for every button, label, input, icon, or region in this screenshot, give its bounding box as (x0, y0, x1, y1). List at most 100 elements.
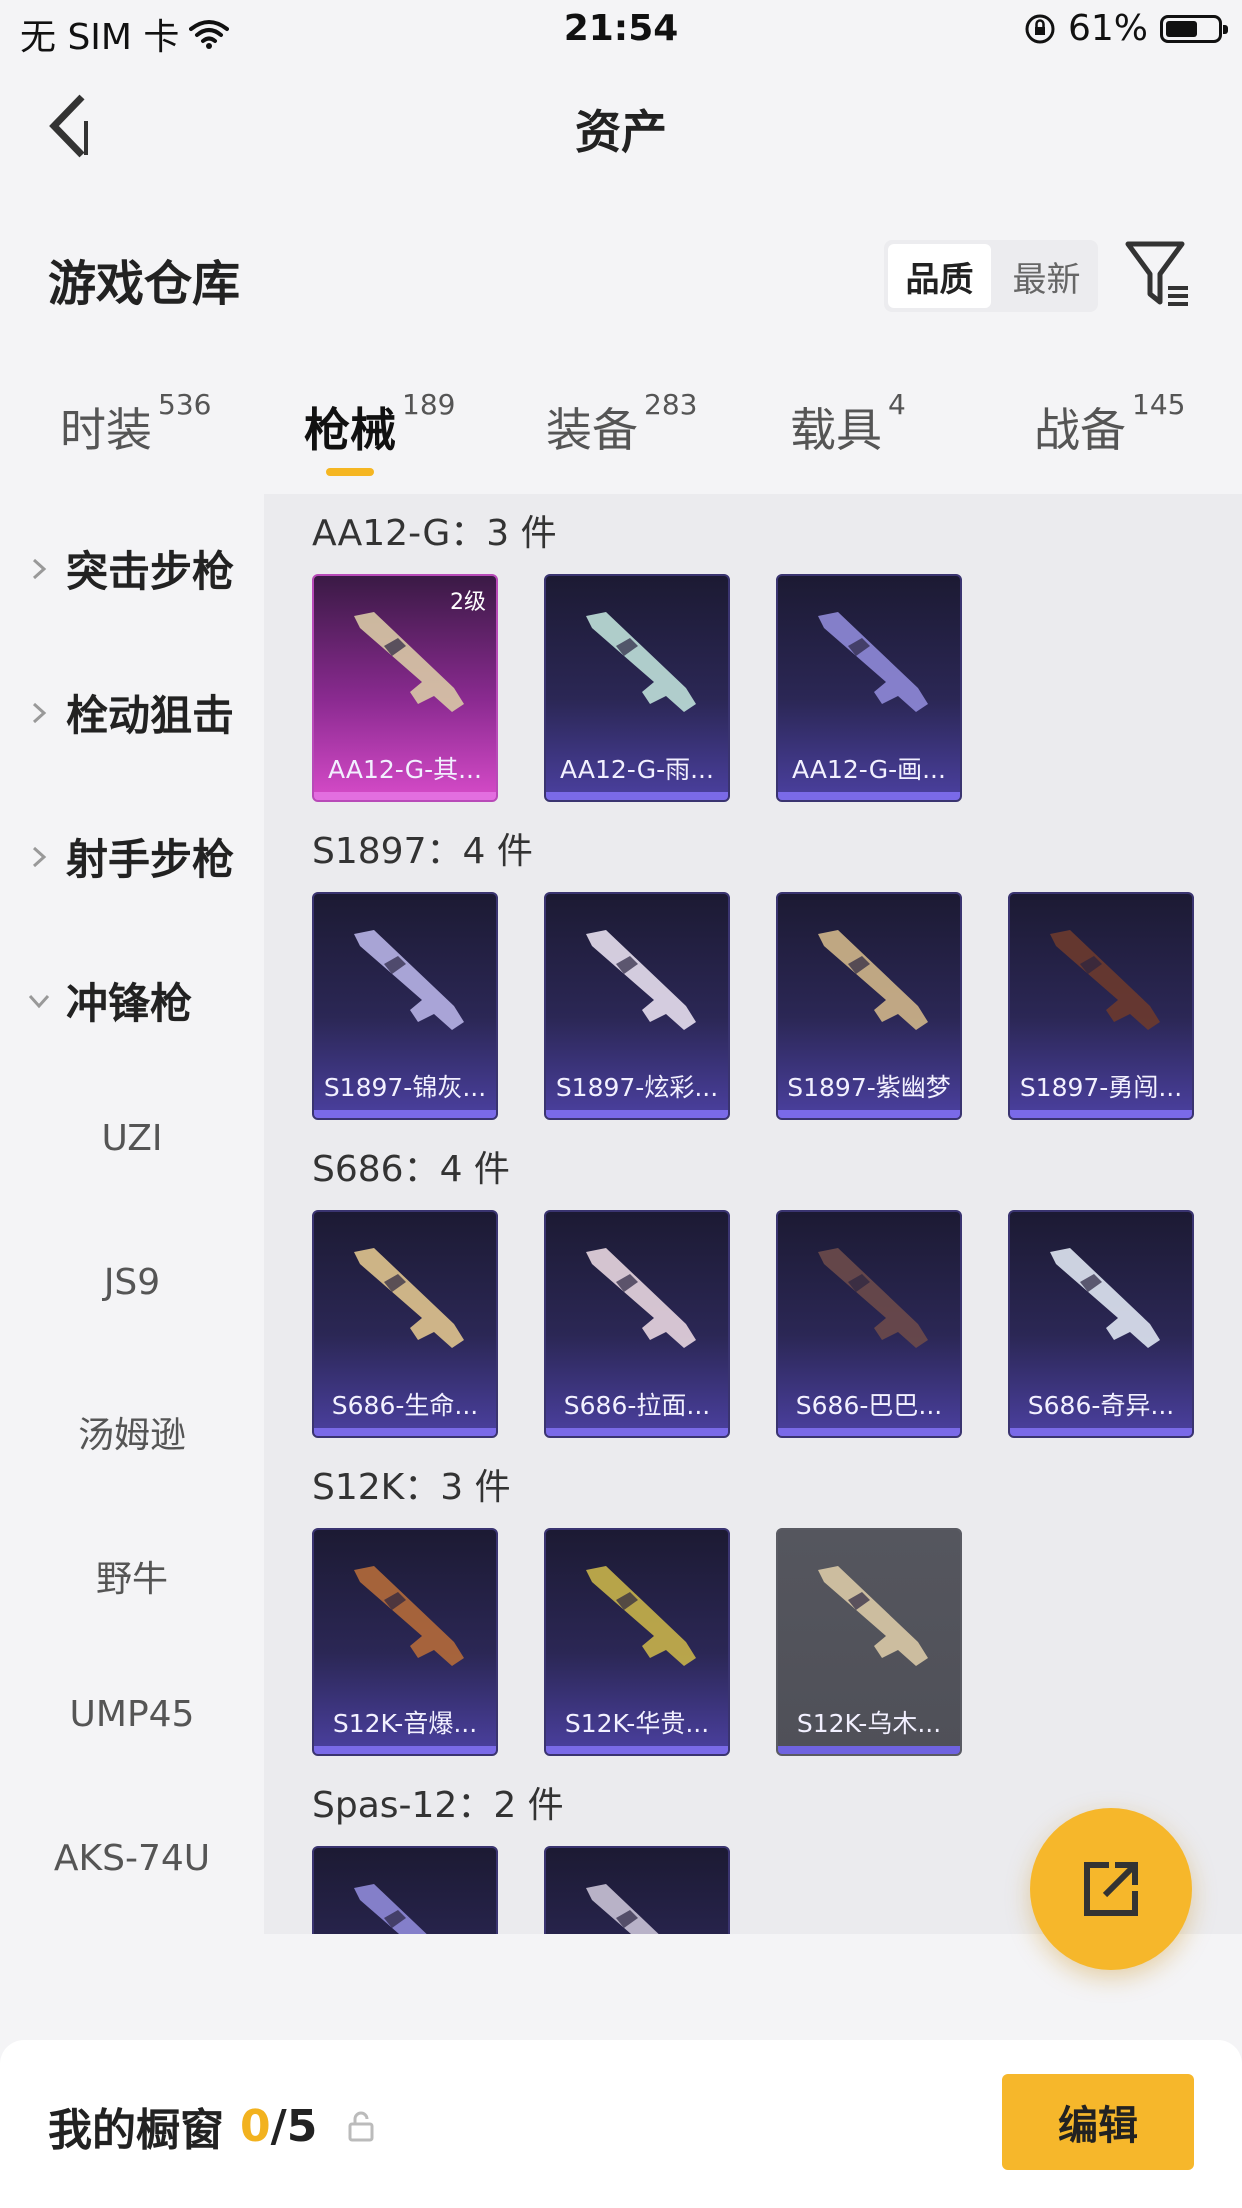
rarity-bar (314, 1746, 496, 1754)
rotation-lock-icon (1025, 14, 1055, 43)
weapon-card[interactable]: S686-生命... (312, 1210, 498, 1438)
sidebar-subitem-js9[interactable]: JS9 (0, 1262, 264, 1303)
rarity-bar (778, 792, 960, 800)
battery-status: 61% (1024, 8, 1228, 49)
showcase-current: 0 (240, 2100, 271, 2152)
active-tab-indicator (326, 468, 374, 476)
rarity-bar (546, 1428, 728, 1436)
showcase-total: /5 (270, 2100, 318, 2152)
share-button[interactable] (1030, 1808, 1192, 1970)
sort-option-quality[interactable]: 品质 (888, 244, 991, 308)
rarity-bar (778, 1110, 960, 1118)
showcase-count: 0/5 (240, 2101, 317, 2152)
tab-fashion[interactable]: 时装 536 (60, 388, 211, 460)
weapon-name: S686-巴巴... (795, 1391, 943, 1420)
sidebar-subitem-bizon[interactable]: 野牛 (0, 1550, 264, 1602)
sidebar-subitem-ump45[interactable]: UMP45 (0, 1694, 264, 1735)
sidebar-item-label: 栓动狙击 (66, 691, 235, 740)
weapon-card[interactable]: 2级 AA12-G-其... (312, 574, 498, 802)
weapon-card[interactable]: AA12-G-画... (776, 574, 962, 802)
tab-label: 战备 (1034, 403, 1126, 457)
chevron-down-icon (26, 988, 52, 1014)
sidebar-subitem-aks74u[interactable]: AKS-74U (0, 1838, 264, 1879)
tab-count: 283 (644, 388, 698, 421)
weapon-image (818, 930, 928, 1030)
weapon-name: S12K-乌木... (796, 1709, 942, 1738)
group-title: S686：4 件 (312, 1149, 510, 1190)
sidebar-subitem-thompson[interactable]: 汤姆逊 (0, 1406, 264, 1458)
tab-count: 4 (888, 388, 906, 421)
weapon-card[interactable]: S12K-华贵... (544, 1528, 730, 1756)
weapon-card[interactable]: S12K-乌木... (776, 1528, 962, 1756)
sort-option-newest[interactable]: 最新 (995, 240, 1098, 312)
rarity-bar (546, 1110, 728, 1118)
weapon-card[interactable]: S686-巴巴... (776, 1210, 962, 1438)
weapon-name: S686-奇异... (1027, 1391, 1175, 1420)
weapon-image (354, 1248, 464, 1348)
group-title: AA12-G：3 件 (312, 513, 557, 554)
sidebar-item-smg[interactable]: 冲锋枪 (26, 970, 192, 1031)
weapon-name: S686-拉面... (563, 1391, 711, 1420)
weapon-image (586, 930, 696, 1030)
chevron-right-icon (26, 556, 52, 582)
tab-guns[interactable]: 枪械 189 (304, 388, 455, 460)
weapon-image (354, 930, 464, 1030)
rarity-bar (778, 1428, 960, 1436)
tab-bar: 时装 536 枪械 189 装备 283 载具 4 战备 145 (0, 384, 1242, 494)
weapon-card[interactable]: S1897-炫彩... (544, 892, 730, 1120)
weapon-card[interactable] (544, 1846, 730, 1934)
tab-label: 装备 (546, 403, 638, 457)
weapon-name: S686-生命... (331, 1391, 479, 1420)
level-badge: 2级 (450, 590, 486, 615)
warehouse-title: 游戏仓库 (48, 256, 241, 312)
filter-button[interactable] (1124, 238, 1192, 310)
weapon-image (818, 612, 928, 712)
sidebar-item-marksman-rifle[interactable]: 射手步枪 (26, 826, 234, 887)
rarity-bar (546, 792, 728, 800)
tab-label: 时装 (60, 403, 152, 457)
sidebar-item-label: 突击步枪 (66, 547, 235, 596)
weapon-image (586, 612, 696, 712)
rarity-bar (1010, 1428, 1192, 1436)
weapon-image (586, 1566, 696, 1666)
weapon-name: S1897-勇闯... (1019, 1073, 1183, 1102)
tab-equipment[interactable]: 装备 283 (546, 388, 697, 460)
chevron-right-icon (26, 844, 52, 870)
weapon-image (586, 1248, 696, 1348)
weapon-card[interactable]: S686-拉面... (544, 1210, 730, 1438)
weapon-image (586, 1884, 659, 1934)
group-title: Spas-12：2 件 (312, 1785, 564, 1826)
tab-count: 189 (402, 388, 456, 421)
weapon-card[interactable] (312, 1846, 498, 1934)
share-export-icon (1084, 1862, 1138, 1916)
weapon-name: AA12-G-雨... (560, 755, 714, 784)
group-title: S1897：4 件 (312, 831, 533, 872)
weapon-grid: AA12-G：3 件 2级 AA12-G-其... AA12-G-雨... AA12-G… (264, 494, 1242, 1934)
sidebar-item-assault-rifle[interactable]: 突击步枪 (26, 538, 234, 599)
battery-percent: 61% (1067, 8, 1148, 49)
weapon-name: S1897-紫幽梦 (787, 1073, 951, 1102)
weapon-card[interactable]: S1897-锦灰... (312, 892, 498, 1120)
edit-button[interactable]: 编辑 (1002, 2074, 1194, 2170)
weapon-name: S12K-华贵... (564, 1709, 710, 1738)
tab-vehicles[interactable]: 载具 4 (790, 388, 906, 460)
sidebar-subitem-uzi[interactable]: UZI (0, 1118, 264, 1159)
status-bar: 无 SIM 卡 21:54 61% (0, 0, 1242, 62)
weapon-card[interactable]: S1897-紫幽梦 (776, 892, 962, 1120)
weapon-image (818, 1566, 928, 1666)
weapon-image (1050, 930, 1160, 1030)
category-sidebar: 突击步枪 栓动狙击 射手步枪 冲锋枪 UZI JS9 汤姆逊 野牛 UMP45 … (0, 494, 264, 1934)
sidebar-item-label: 射手步枪 (66, 835, 235, 884)
weapon-name: S1897-炫彩... (555, 1073, 719, 1102)
weapon-card[interactable]: S12K-音爆... (312, 1528, 498, 1756)
filter-icon (1125, 241, 1188, 306)
weapon-card[interactable]: S1897-勇闯... (1008, 892, 1194, 1120)
weapon-name: AA12-G-画... (792, 755, 946, 784)
rarity-bar (778, 1746, 960, 1754)
page-title: 资产 (575, 105, 667, 159)
tab-supplies[interactable]: 战备 145 (1034, 388, 1185, 460)
weapon-card[interactable]: AA12-G-雨... (544, 574, 730, 802)
weapon-card[interactable]: S686-奇异... (1008, 1210, 1194, 1438)
rarity-bar (1010, 1110, 1192, 1118)
sidebar-item-bolt-sniper[interactable]: 栓动狙击 (26, 682, 234, 743)
